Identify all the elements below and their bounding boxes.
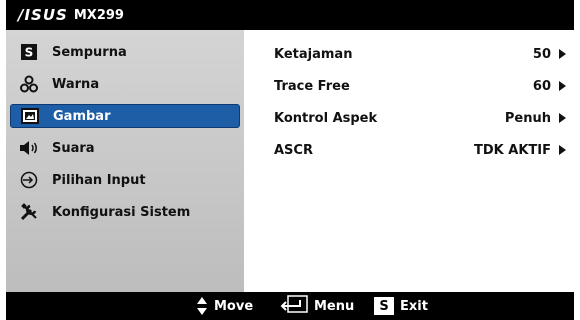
color-nodes-icon <box>18 74 40 94</box>
menu-label: Gambar <box>53 108 111 124</box>
input-icon <box>18 170 40 190</box>
svg-text:S: S <box>25 46 34 60</box>
main-menu: S Sempurna Warna Gambar Suara Pilihan In… <box>6 30 246 292</box>
image-icon <box>19 106 41 126</box>
setting-value: TDK AKTIF <box>474 142 551 158</box>
exit-hint: S Exit <box>374 292 428 320</box>
tools-icon <box>18 202 40 222</box>
setting-value: 60 <box>532 78 551 94</box>
arrow-right-icon <box>559 49 566 59</box>
setting-value-group: 50 <box>533 47 566 62</box>
menu-label: Pilihan Input <box>52 172 146 188</box>
setting-ketajaman[interactable]: Ketajaman 50 <box>246 42 574 66</box>
setting-trace-free[interactable]: Trace Free 60 <box>246 74 574 98</box>
osd-window: /ISUS MX299 S Sempurna Warna Gambar Suar… <box>6 0 574 320</box>
menu-label: Sempurna <box>52 44 127 60</box>
title-bar: /ISUS MX299 <box>6 0 574 30</box>
setting-value: 50 <box>532 46 551 62</box>
menu-label: Suara <box>52 140 95 156</box>
arrow-right-icon <box>559 113 566 123</box>
menu-label: Menu <box>314 298 355 314</box>
model-name: MX299 <box>73 7 124 23</box>
up-down-arrows-icon <box>196 296 208 316</box>
setting-value-group: TDK AKTIF <box>474 143 566 158</box>
setting-value: Penuh <box>504 110 551 126</box>
setting-kontrol-aspek[interactable]: Kontrol Aspek Penuh <box>246 106 574 130</box>
speaker-icon <box>18 138 40 158</box>
exit-key-icon: S <box>374 297 394 315</box>
brand: /ISUS MX299 <box>18 6 124 24</box>
menu-label: Konfigurasi Sistem <box>52 204 191 220</box>
setting-value-group: Penuh <box>505 111 566 126</box>
menu-hint: Menu <box>280 292 354 320</box>
splendid-s-icon: S <box>18 42 40 62</box>
setting-value-group: 60 <box>533 79 566 94</box>
menu-item-pilihan-input[interactable]: Pilihan Input <box>10 168 240 192</box>
menu-item-suara[interactable]: Suara <box>10 136 240 160</box>
move-label: Move <box>214 298 254 314</box>
setting-ascr[interactable]: ASCR TDK AKTIF <box>246 138 574 162</box>
setting-label: Trace Free <box>274 78 350 94</box>
menu-label: Warna <box>52 76 100 92</box>
setting-label: ASCR <box>274 142 313 158</box>
menu-item-gambar[interactable]: Gambar <box>10 104 240 128</box>
menu-item-konfigurasi-sistem[interactable]: Konfigurasi Sistem <box>10 200 240 224</box>
arrow-right-icon <box>559 81 566 91</box>
menu-item-sempurna[interactable]: S Sempurna <box>10 40 240 64</box>
brand-logo: /ISUS <box>18 6 68 24</box>
enter-icon <box>280 295 308 317</box>
move-hint: Move <box>196 292 253 320</box>
setting-label: Kontrol Aspek <box>274 110 378 126</box>
menu-item-warna[interactable]: Warna <box>10 72 240 96</box>
setting-label: Ketajaman <box>274 46 353 62</box>
exit-label: Exit <box>400 298 428 314</box>
settings-panel: Ketajaman 50 Trace Free 60 Kontrol Aspek… <box>246 30 574 292</box>
arrow-right-icon <box>559 145 566 155</box>
hint-bar: Move Menu S Exit <box>6 292 574 320</box>
